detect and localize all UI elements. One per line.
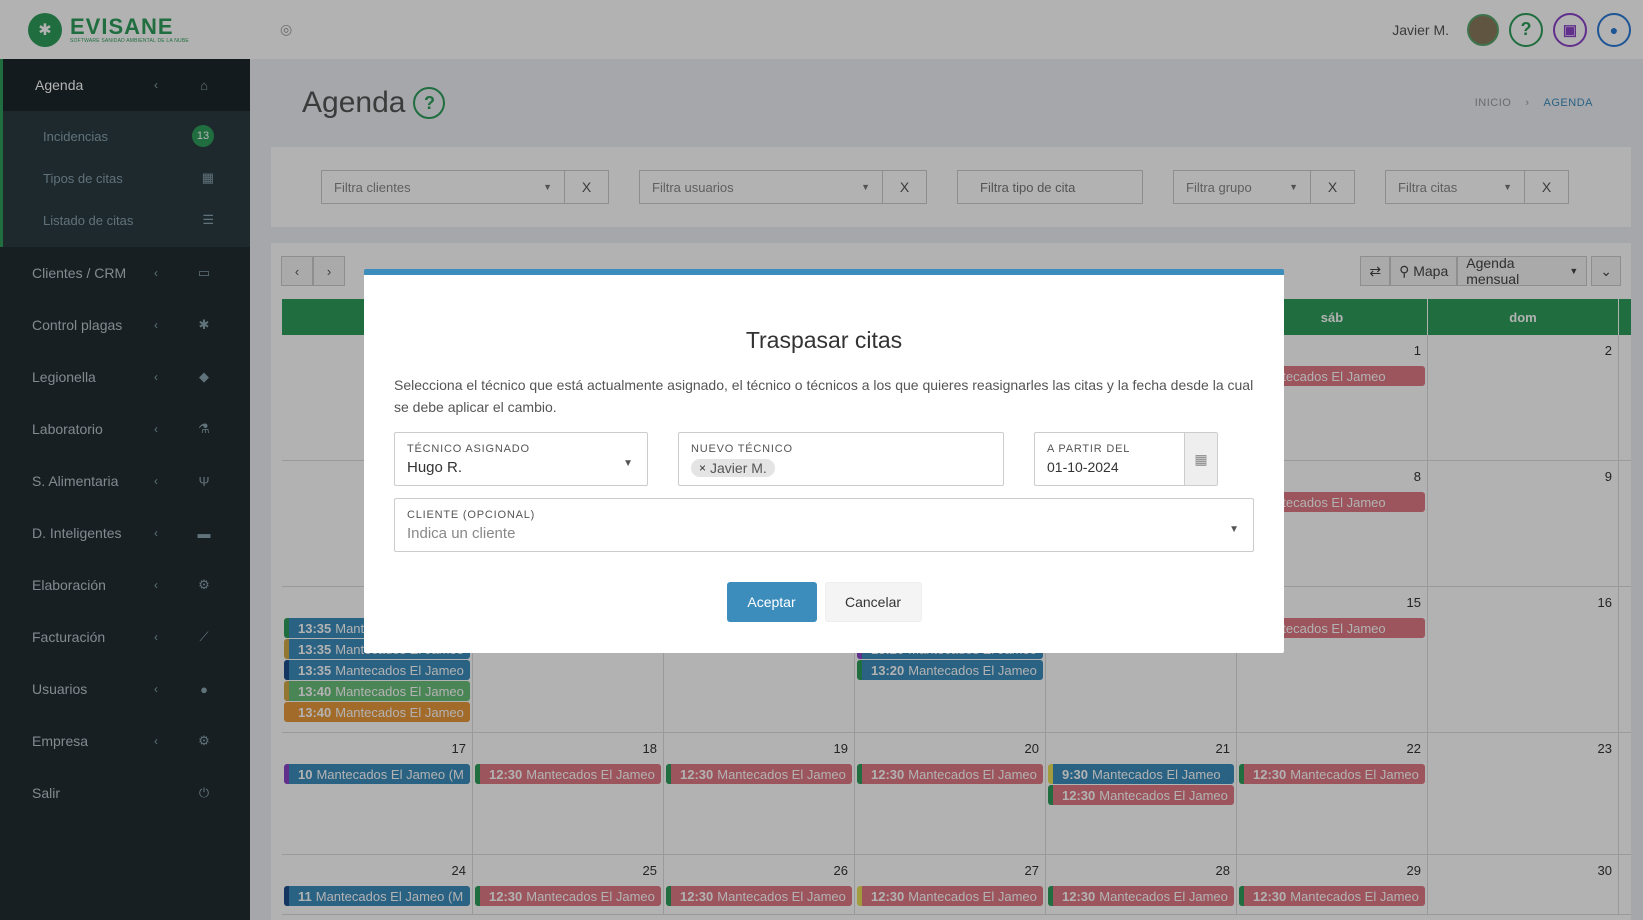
modal-title: Traspasar citas: [745, 327, 903, 353]
tecnico-asignado-select[interactable]: TÉCNICO ASIGNADO Hugo R. ▼: [394, 432, 648, 486]
calendar-icon[interactable]: ▦: [1184, 433, 1217, 485]
nuevo-tecnico-select[interactable]: NUEVO TÉCNICO × Javier M.: [678, 432, 1004, 486]
caret-down-icon: ▼: [1229, 524, 1239, 535]
remove-tag-icon[interactable]: ×: [699, 461, 706, 475]
cancel-button[interactable]: Cancelar: [824, 582, 922, 622]
fecha-input[interactable]: A PARTIR DEL 01-10-2024 ▦: [1034, 432, 1218, 486]
accept-button[interactable]: Aceptar: [726, 582, 817, 622]
cliente-select[interactable]: CLIENTE (OPCIONAL) Indica un cliente ▼: [394, 498, 1254, 552]
caret-down-icon: ▼: [623, 458, 633, 469]
selected-tecnico-tag: × Javier M.: [691, 459, 775, 477]
modal-description: Selecciona el técnico que está actualmen…: [394, 377, 1254, 415]
traspasar-citas-modal: Traspasar citas Selecciona el técnico qu…: [364, 269, 1284, 653]
app-root: ✱ EVISANE SOFTWARE SANIDAD AMBIENTAL DE …: [0, 0, 1643, 920]
